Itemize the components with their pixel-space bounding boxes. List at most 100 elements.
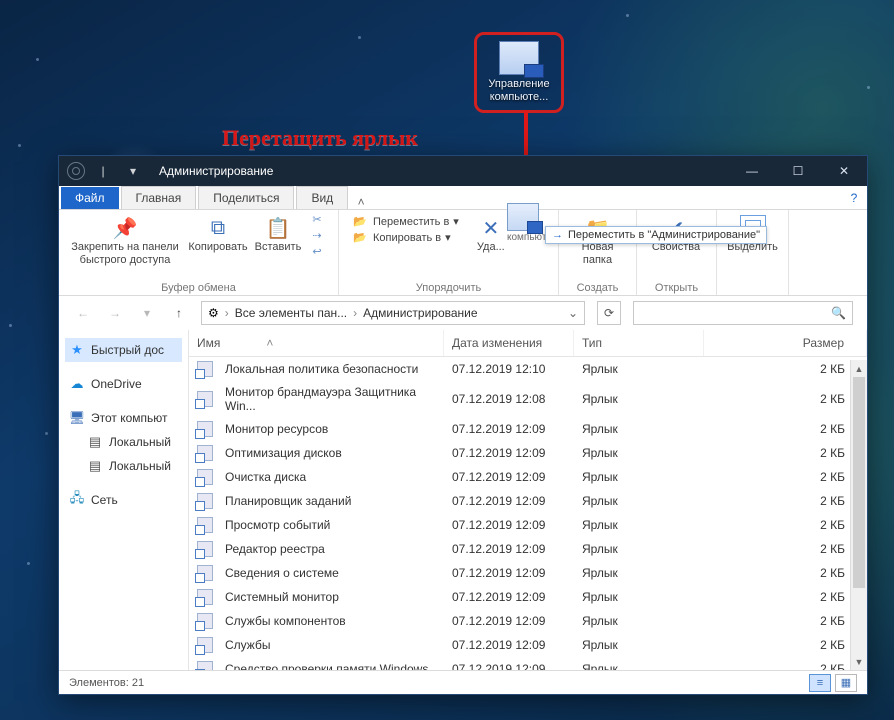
file-size: 2 КБ (704, 466, 867, 488)
desktop-drag-shortcut[interactable]: Управление компьюте... (474, 32, 564, 113)
sidebar-item-onedrive[interactable]: ☁OneDrive (65, 372, 182, 396)
sidebar-item-thispc[interactable]: 🖥Этот компьют (65, 406, 182, 430)
column-headers: Имя˄ Дата изменения Тип Размер (189, 330, 867, 357)
back-button[interactable]: ← (73, 303, 93, 323)
table-row[interactable]: Редактор реестра07.12.2019 12:09Ярлык2 К… (189, 537, 867, 561)
search-input[interactable]: 🔍 (633, 301, 853, 325)
cut-button[interactable]: ✂ (309, 213, 325, 226)
table-row[interactable]: Оптимизация дисков07.12.2019 12:09Ярлык2… (189, 441, 867, 465)
file-type: Ярлык (574, 610, 704, 632)
move-to-button[interactable]: 📂Переместить в ▾ (351, 215, 459, 228)
table-row[interactable]: Очистка диска07.12.2019 12:09Ярлык2 КБ (189, 465, 867, 489)
window-title: Администрирование (159, 164, 273, 178)
scroll-down-icon[interactable]: ▼ (851, 653, 867, 670)
clipboard-caption: Буфер обмена (65, 281, 332, 294)
breadcrumb-current[interactable]: Администрирование (363, 306, 477, 320)
breadcrumb[interactable]: ⚙ › Все элементы пан... › Администрирова… (201, 301, 585, 325)
paste-button[interactable]: 📋 Вставить (251, 213, 305, 256)
pin-to-quickaccess-button[interactable]: 📌 Закрепить на панели быстрого доступа (65, 213, 185, 269)
help-icon[interactable]: ? (841, 186, 867, 209)
pin-icon: 📌 (111, 215, 139, 241)
col-date[interactable]: Дата изменения (444, 330, 574, 356)
shortcut-file-icon (197, 613, 213, 629)
computer-management-icon (499, 41, 539, 75)
copy-icon: ⧉ (204, 215, 232, 241)
table-row[interactable]: Средство проверки памяти Windows07.12.20… (189, 657, 867, 670)
copyto-icon: 📂 (351, 231, 369, 244)
drag-ghost-icon (507, 203, 539, 231)
qat-pin-icon[interactable]: ▾ (121, 164, 145, 178)
col-size[interactable]: Размер (704, 330, 867, 356)
system-menu-icon[interactable] (67, 162, 85, 180)
table-row[interactable]: Службы компонентов07.12.2019 12:09Ярлык2… (189, 609, 867, 633)
tab-share[interactable]: Поделиться (198, 186, 294, 209)
file-name: Монитор брандмауэра Защитника Win... (225, 385, 436, 413)
close-button[interactable]: ✕ (821, 156, 867, 186)
scrollbar[interactable]: ▲ ▼ (850, 360, 867, 670)
refresh-button[interactable]: ⟳ (597, 301, 621, 325)
table-row[interactable]: Сведения о системе07.12.2019 12:09Ярлык2… (189, 561, 867, 585)
arrow-right-icon: → (552, 229, 563, 241)
forward-button[interactable]: → (105, 303, 125, 323)
file-name: Системный монитор (225, 590, 339, 604)
title-bar[interactable]: | ▾ Администрирование — ☐ ✕ (59, 156, 867, 186)
sidebar-item-quickaccess[interactable]: ★Быстрый дос (65, 338, 182, 362)
drive-icon: ▤ (87, 434, 103, 450)
file-type: Ярлык (574, 358, 704, 380)
breadcrumb-root[interactable]: Все элементы пан... (235, 306, 347, 320)
search-icon: 🔍 (831, 306, 846, 320)
view-icons-button[interactable]: ▦ (835, 674, 857, 692)
table-row[interactable]: Монитор брандмауэра Защитника Win...07.1… (189, 381, 867, 417)
shortcut-file-icon (197, 541, 213, 557)
pc-icon: 🖥 (69, 410, 85, 426)
sidebar-item-network[interactable]: 🖧Сеть (65, 488, 182, 512)
scroll-up-icon[interactable]: ▲ (851, 360, 867, 377)
table-row[interactable]: Просмотр событий07.12.2019 12:09Ярлык2 К… (189, 513, 867, 537)
up-button[interactable]: ↑ (169, 303, 189, 323)
table-row[interactable]: Службы07.12.2019 12:09Ярлык2 КБ (189, 633, 867, 657)
file-size: 2 КБ (704, 418, 867, 440)
tab-view[interactable]: Вид (296, 186, 348, 209)
col-type[interactable]: Тип (574, 330, 704, 356)
file-name: Сведения о системе (225, 566, 339, 580)
open-caption: Открыть (643, 281, 710, 294)
view-details-button[interactable]: ≡ (809, 674, 831, 692)
explorer-window: | ▾ Администрирование — ☐ ✕ Файл Главная… (58, 155, 868, 695)
recent-button[interactable]: ▾ (137, 303, 157, 323)
scroll-thumb[interactable] (853, 377, 865, 588)
qat-divider: | (91, 164, 115, 178)
table-row[interactable]: Системный монитор07.12.2019 12:09Ярлык2 … (189, 585, 867, 609)
table-row[interactable]: Локальная политика безопасности07.12.201… (189, 357, 867, 381)
clipboard-mini: ✂ ⇢ ↩ (305, 213, 325, 258)
file-size: 2 КБ (704, 388, 867, 410)
table-row[interactable]: Планировщик заданий07.12.2019 12:09Ярлык… (189, 489, 867, 513)
copy-button[interactable]: ⧉ Копировать (185, 213, 251, 256)
create-caption: Создать (565, 281, 630, 294)
sidebar-item-local2[interactable]: ▤Локальный (65, 454, 182, 478)
tab-file[interactable]: Файл (61, 187, 119, 209)
sidebar-item-local1[interactable]: ▤Локальный (65, 430, 182, 454)
col-name[interactable]: Имя˄ (189, 330, 444, 356)
copy-path-button[interactable]: ⇢ (309, 229, 325, 242)
file-date: 07.12.2019 12:09 (444, 586, 574, 608)
cut-icon: ✂ (309, 213, 325, 226)
breadcrumb-root-icon: ⚙ (208, 306, 219, 320)
drive-icon: ▤ (87, 458, 103, 474)
tab-home[interactable]: Главная (121, 186, 197, 209)
minimize-button[interactable]: — (729, 156, 775, 186)
file-size: 2 КБ (704, 562, 867, 584)
file-size: 2 КБ (704, 358, 867, 380)
table-row[interactable]: Монитор ресурсов07.12.2019 12:09Ярлык2 К… (189, 417, 867, 441)
breadcrumb-dropdown-icon[interactable]: ⌄ (568, 306, 578, 320)
shortcut-icon: ↩ (309, 245, 325, 258)
ribbon-expand-icon[interactable]: ˄ (348, 195, 374, 209)
shortcut-file-icon (197, 493, 213, 509)
maximize-button[interactable]: ☐ (775, 156, 821, 186)
shortcut-file-icon (197, 661, 213, 670)
organize-caption: Упорядочить (345, 281, 552, 294)
copy-to-button[interactable]: 📂Копировать в ▾ (351, 231, 459, 244)
file-size: 2 КБ (704, 538, 867, 560)
paste-icon: 📋 (264, 215, 292, 241)
file-date: 07.12.2019 12:09 (444, 562, 574, 584)
paste-shortcut-button[interactable]: ↩ (309, 245, 325, 258)
